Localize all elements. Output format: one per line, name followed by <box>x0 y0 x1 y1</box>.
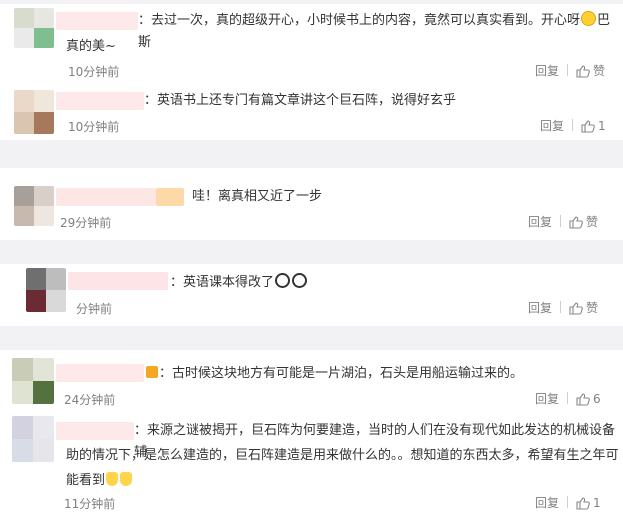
separator <box>0 240 623 264</box>
thumbs-up-icon <box>581 120 595 133</box>
reply-button[interactable]: 回复 <box>535 62 559 79</box>
comment-text-line: 真的美~ <box>66 39 116 54</box>
avatar[interactable] <box>14 90 54 134</box>
smile-emoji-icon <box>581 11 597 26</box>
comment-text-line: ： <box>159 366 173 381</box>
separator <box>0 140 623 168</box>
thumbs-up-icon <box>576 393 590 406</box>
like-button[interactable]: 赞 <box>569 299 598 316</box>
comment-actions: 回复 6 <box>535 390 601 407</box>
avatar[interactable] <box>14 186 54 226</box>
divider <box>567 392 569 404</box>
comment-group: ：古时候这块地方有可能是一片湖泊，石头是用船运输过来的。 24分钟前 回复 6 ：… <box>0 350 623 521</box>
username-blurred[interactable] <box>56 188 156 206</box>
reply-button[interactable]: 回复 <box>528 213 552 230</box>
like-button[interactable]: 1 <box>581 119 606 133</box>
username-blurred[interactable] <box>68 272 168 290</box>
thumbs-up-icon <box>576 65 590 78</box>
divider <box>567 64 569 76</box>
cry-emoji-icon <box>106 472 119 486</box>
like-button[interactable]: 1 <box>576 496 601 510</box>
comment-text: ：英语书上还专门有篇文章讲这个巨石阵，说得好玄乎 <box>144 93 457 108</box>
timestamp: 11分钟前 <box>64 497 116 511</box>
like-button[interactable]: 赞 <box>569 213 598 230</box>
divider <box>560 301 562 313</box>
timestamp: 24分钟前 <box>64 393 116 407</box>
comment-text-line: 古时候这块地方有可能是一片湖泊，石头是用船运输过来的。 <box>172 366 524 381</box>
timestamp: 分钟前 <box>76 302 113 316</box>
like-count: 6 <box>593 392 601 406</box>
timestamp: 10分钟前 <box>68 65 120 79</box>
username-blurred[interactable] <box>56 422 134 440</box>
comment-text: 能看到 <box>66 470 133 492</box>
reply-button[interactable]: 回复 <box>528 299 552 316</box>
comment-actions: 回复 赞 <box>528 299 598 316</box>
like-count: 1 <box>598 119 606 133</box>
comment-actions: 回复 赞 <box>535 62 605 79</box>
like-button[interactable]: 6 <box>576 392 601 406</box>
reply-button[interactable]: 回复 <box>535 390 559 407</box>
like-count: 赞 <box>586 301 599 315</box>
username-blurred[interactable] <box>56 12 138 30</box>
comment-group: 哇！离真相又近了一步 29分钟前 回复 赞 <box>0 168 623 240</box>
reply-button[interactable]: 回复 <box>535 494 559 511</box>
user-badge-blurred <box>156 188 184 206</box>
comment-text-line: 助的情况下，是怎么建造的，巨石阵建造是用来做什么的。。想知道的东西太多，希望有生… <box>66 448 619 463</box>
panda-emoji-icon <box>292 273 308 288</box>
thumbs-up-icon <box>569 302 583 315</box>
username-blurred[interactable] <box>56 364 144 382</box>
like-count: 赞 <box>586 215 599 229</box>
comment-group: ：去过一次，真的超级开心，小时候书上的内容，竟然可以真实看到。开心呀 巴斯 真的美… <box>0 4 623 140</box>
comment-actions: 回复 1 <box>540 117 606 134</box>
timestamp: 10分钟前 <box>68 120 120 134</box>
avatar[interactable] <box>14 8 54 48</box>
avatar[interactable] <box>12 358 54 404</box>
thumbs-up-icon <box>576 497 590 510</box>
comment-text: ：英语课本得改了 <box>170 272 308 294</box>
avatar[interactable] <box>12 416 54 462</box>
timestamp: 29分钟前 <box>60 216 112 230</box>
comment-text: 哇！离真相又近了一步 <box>192 189 323 204</box>
username-blurred[interactable] <box>56 92 144 110</box>
comment-text-line: ：去过一次，真的超级开心，小时候书上的内容，竟然可以真实看到。开心呀 <box>138 13 581 28</box>
like-count: 赞 <box>593 64 606 78</box>
divider <box>567 496 569 508</box>
panda-emoji-icon <box>275 273 291 288</box>
like-count: 1 <box>593 496 601 510</box>
comment-text: ：去过一次，真的超级开心，小时候书上的内容，竟然可以真实看到。开心呀 巴斯 <box>138 10 618 54</box>
like-button[interactable]: 赞 <box>576 62 605 79</box>
thumbs-up-icon <box>569 216 583 229</box>
comment-actions: 回复 1 <box>535 494 601 511</box>
comment-actions: 回复 赞 <box>528 213 598 230</box>
cry-emoji-icon <box>120 472 133 486</box>
avatar[interactable] <box>26 268 66 312</box>
separator <box>0 326 623 350</box>
badge-icon <box>146 366 158 378</box>
comment-text: ：古时候这块地方有可能是一片湖泊，石头是用船运输过来的。 <box>146 363 523 385</box>
reply-button[interactable]: 回复 <box>540 117 564 134</box>
comment-text-line: ：英语课本得改了 <box>170 275 275 290</box>
comment-group: ：英语课本得改了 分钟前 回复 赞 <box>0 264 623 326</box>
divider <box>572 119 574 131</box>
comment-text-line: 能看到 <box>66 473 106 488</box>
divider <box>560 215 562 227</box>
